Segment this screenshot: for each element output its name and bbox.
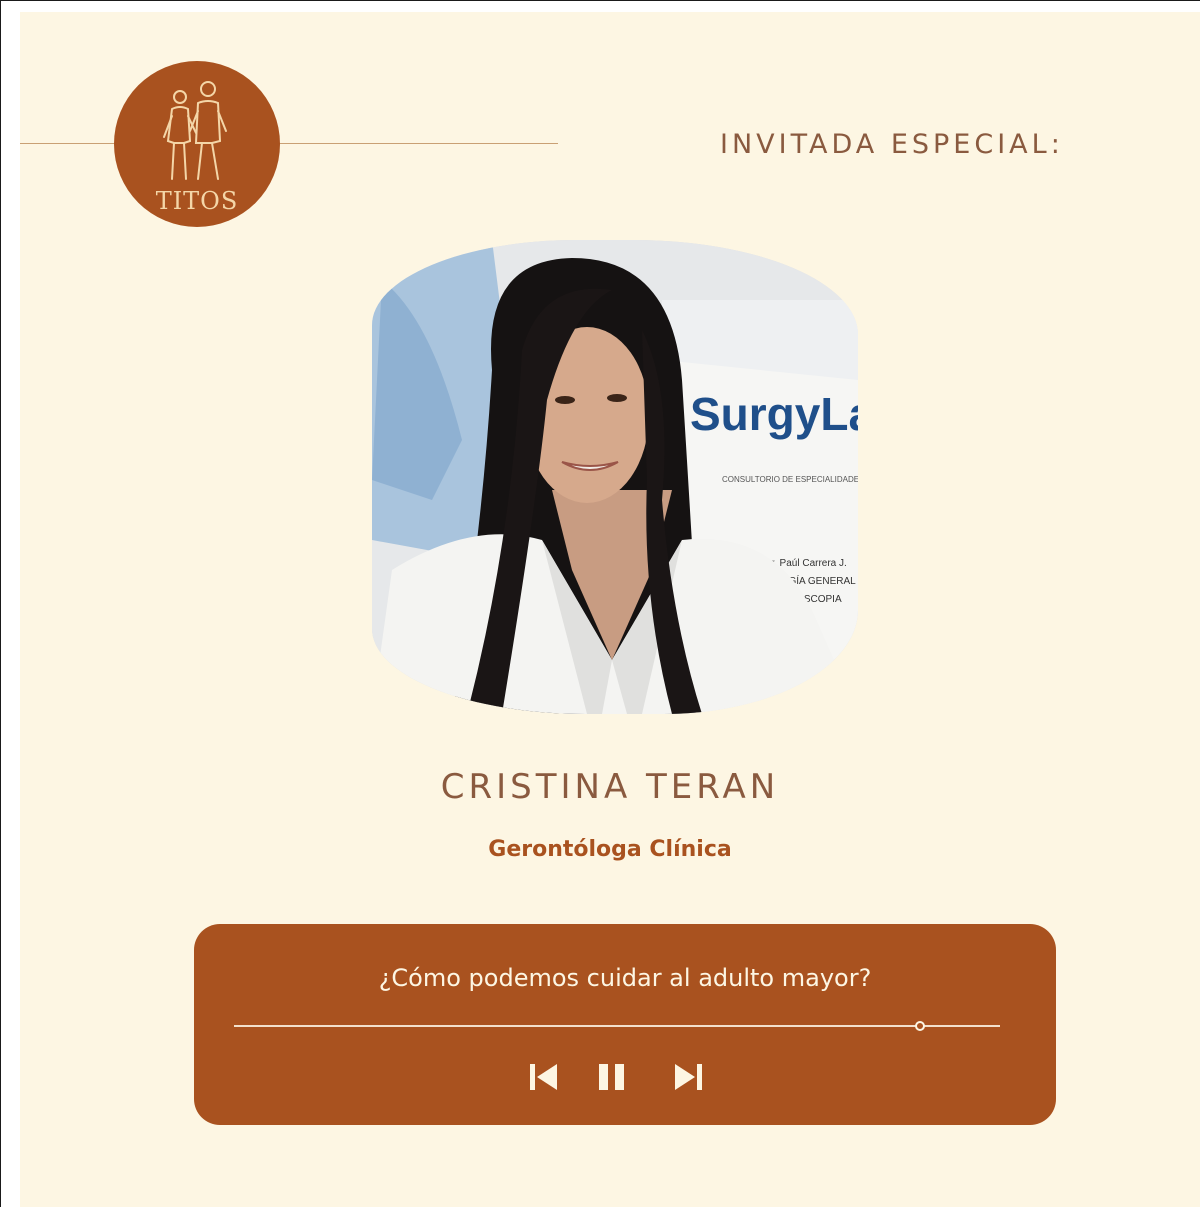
pause-button[interactable] bbox=[592, 1056, 632, 1096]
skip-back-icon bbox=[530, 1064, 557, 1090]
audio-player: ¿Cómo podemos cuidar al adulto mayor? bbox=[194, 924, 1056, 1125]
guest-role: Gerontóloga Clínica bbox=[488, 837, 732, 862]
previous-button[interactable] bbox=[523, 1056, 563, 1096]
guest-photo: SurgyLap CONSULTORIO DE ESPECIALIDADES D… bbox=[372, 240, 858, 714]
next-button[interactable] bbox=[669, 1056, 709, 1096]
sign-subtitle: CONSULTORIO DE ESPECIALIDADES bbox=[722, 475, 858, 484]
skip-forward-icon bbox=[675, 1064, 702, 1090]
progress-knob[interactable] bbox=[914, 1021, 925, 1031]
sign-brand: SurgyLap bbox=[690, 388, 858, 440]
titos-logo: TITOS bbox=[114, 61, 280, 227]
guest-name: CRISTINA TERAN bbox=[440, 767, 780, 807]
invitation-card: TITOS INVITADA ESPECIAL: SurgyLap CONSUL… bbox=[20, 12, 1200, 1207]
pause-icon bbox=[599, 1064, 624, 1090]
decorative-line bbox=[20, 143, 558, 144]
progress-bar[interactable] bbox=[234, 1021, 1000, 1031]
logo-text: TITOS bbox=[155, 187, 239, 215]
track-title: ¿Cómo podemos cuidar al adulto mayor? bbox=[378, 964, 872, 992]
player-controls bbox=[194, 1056, 1056, 1096]
special-guest-label: INVITADA ESPECIAL: bbox=[720, 129, 1064, 160]
